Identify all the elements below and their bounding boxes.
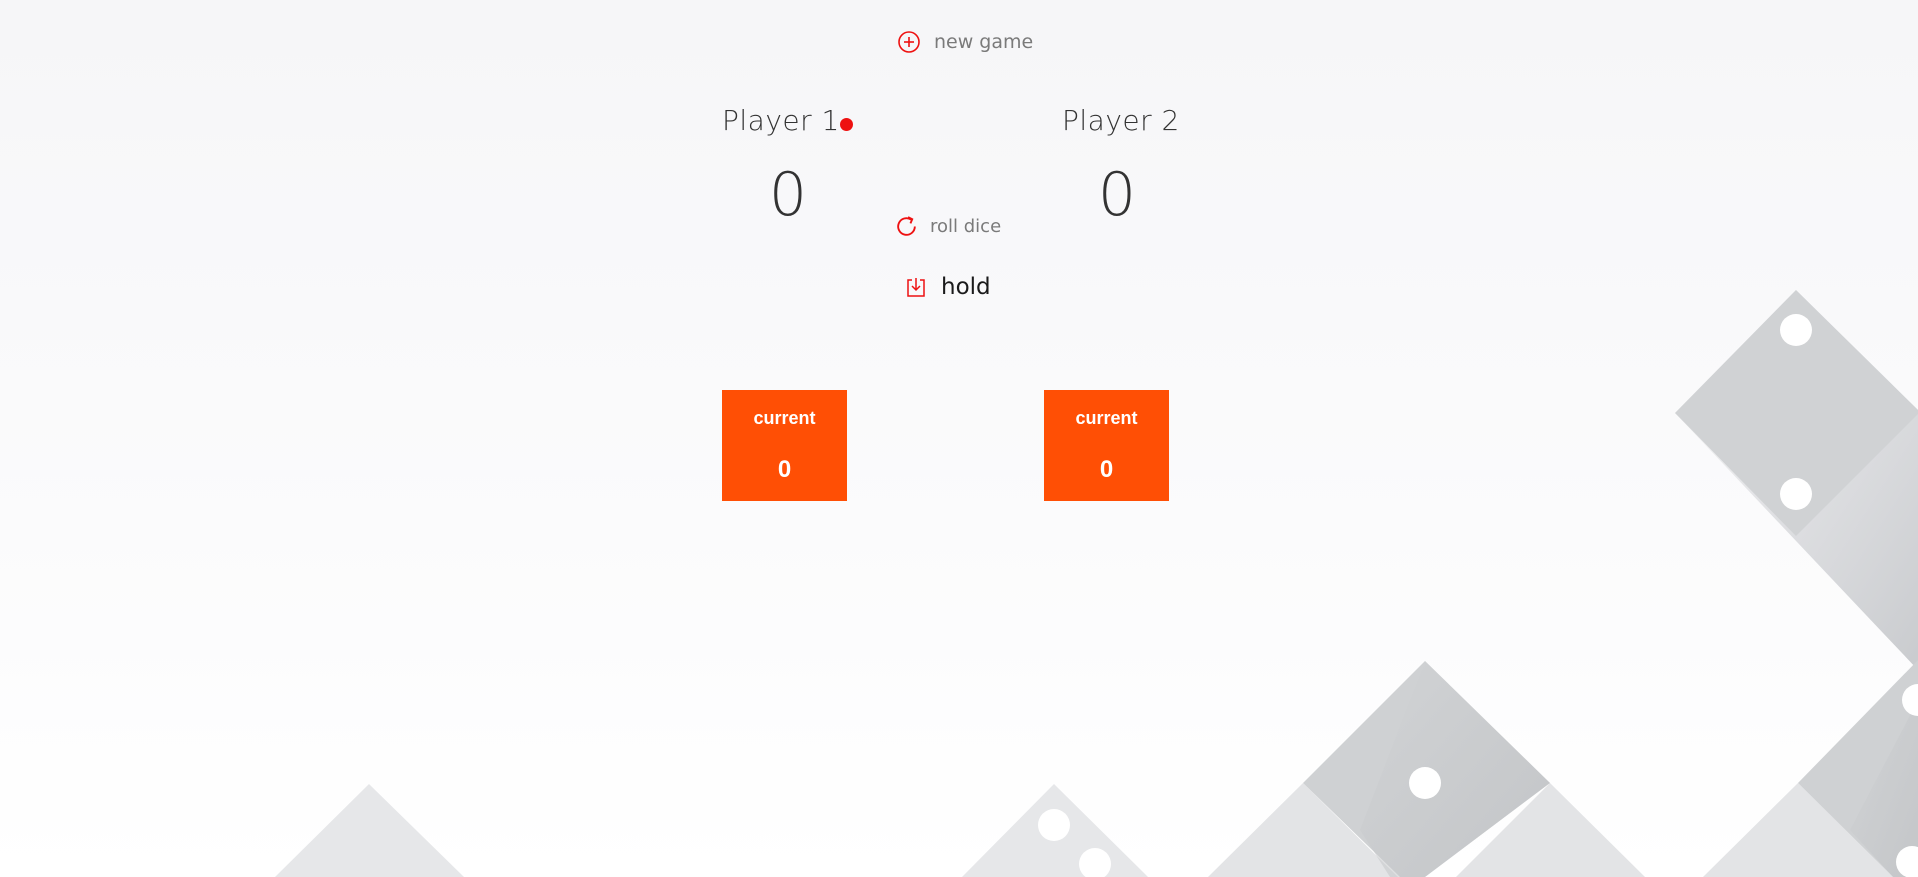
roll-dice-label: roll dice: [930, 216, 1002, 237]
player-2-score: 0: [1097, 160, 1137, 230]
new-game-button[interactable]: new game: [897, 30, 1033, 54]
player-1-score: 0: [768, 160, 808, 230]
hold-label: hold: [941, 274, 991, 300]
current-label: current: [1075, 408, 1138, 428]
die: [275, 784, 464, 877]
player-2-name: Player 2: [1062, 104, 1180, 137]
die-pip: [1038, 809, 1070, 841]
player-1-name: Player 1: [722, 104, 840, 137]
plus-circle-icon: [898, 31, 920, 53]
current-label: current: [753, 408, 816, 428]
player-2-current-box: current 0: [1044, 390, 1169, 501]
die-pip: [1780, 314, 1812, 346]
background-dice: [275, 290, 1918, 877]
download-box-icon: [907, 278, 925, 297]
hold-button[interactable]: hold: [906, 274, 991, 300]
new-game-label: new game: [934, 31, 1034, 53]
current-value: 0: [1099, 456, 1114, 483]
active-player-dot-icon: [840, 118, 853, 131]
die-pip: [1780, 478, 1812, 510]
die-pip: [1409, 767, 1441, 799]
current-value: 0: [777, 456, 792, 483]
roll-dice-button[interactable]: roll dice: [894, 214, 1001, 239]
player-1-current-box: current 0: [722, 390, 847, 501]
refresh-icon: [897, 216, 916, 236]
